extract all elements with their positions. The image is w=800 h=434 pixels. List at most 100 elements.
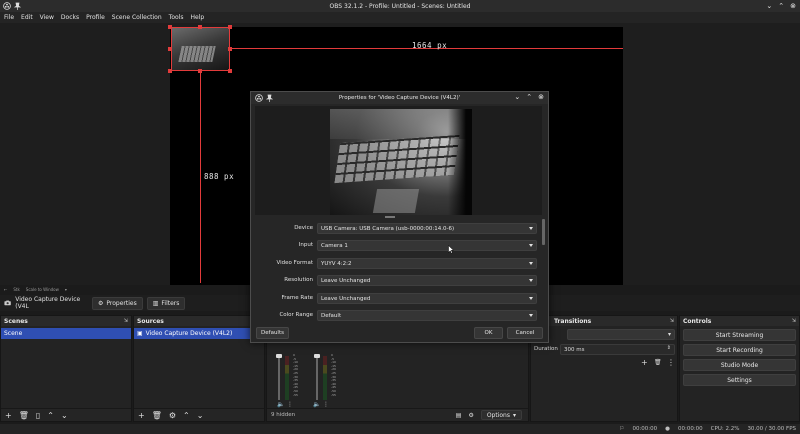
- splitter-handle[interactable]: [385, 216, 395, 218]
- source-name: Video Capture Device (V4L: [15, 296, 81, 310]
- add-icon[interactable]: +: [641, 358, 648, 367]
- camera-icon: ▣: [137, 330, 143, 337]
- mixer-options-icon[interactable]: ⋮: [287, 401, 293, 408]
- input-select[interactable]: Camera 1: [317, 240, 537, 251]
- trash-icon[interactable]: 🗑: [152, 411, 162, 420]
- volume-fader[interactable]: [316, 356, 318, 400]
- property-row-color-range: Color Range Default: [251, 310, 541, 321]
- volume-fader-knob[interactable]: [314, 354, 320, 358]
- start-recording-button[interactable]: Start Recording: [683, 344, 796, 356]
- move-up-icon[interactable]: ⌃: [47, 411, 54, 420]
- device-select[interactable]: USB Camera: USB Camera (usb-0000:00:14.0…: [317, 223, 537, 234]
- layout-icon[interactable]: ▤: [456, 412, 462, 419]
- video-format-select[interactable]: YUYV 4:2:2: [317, 258, 537, 269]
- device-value: USB Camera: USB Camera (usb-0000:00:14.0…: [321, 225, 455, 232]
- frame-rate-label: Frame Rate: [281, 295, 314, 301]
- move-down-icon[interactable]: ⌄: [61, 411, 68, 420]
- menu-tools[interactable]: Tools: [169, 14, 184, 21]
- dialog-scrollbar[interactable]: [542, 219, 545, 245]
- mixer-options-label: Options: [486, 411, 510, 419]
- chevron-down-icon: [529, 244, 533, 247]
- resize-handle[interactable]: [198, 25, 202, 29]
- property-row-frame-rate: Frame Rate Leave Unchanged: [251, 293, 541, 304]
- maximize-icon[interactable]: ⌃: [526, 93, 532, 101]
- add-icon[interactable]: +: [5, 411, 12, 420]
- filters-button[interactable]: ▥ Filters: [146, 296, 186, 310]
- dock-float-icon[interactable]: ⇲: [124, 318, 128, 324]
- studio-mode-button[interactable]: Studio Mode: [683, 359, 796, 371]
- dock-float-icon[interactable]: ⇲: [792, 318, 796, 324]
- duration-input[interactable]: 300 ms ⇕: [560, 344, 675, 355]
- controls-dock: Controls ⇲ Start Streaming Start Recordin…: [679, 315, 800, 422]
- speaker-icon[interactable]: 🔈: [313, 401, 320, 408]
- volume-fader-knob[interactable]: [276, 354, 282, 358]
- more-icon[interactable]: ⋮: [667, 358, 675, 367]
- close-icon[interactable]: ⊗: [538, 93, 544, 101]
- menu-file[interactable]: File: [4, 14, 14, 21]
- minimize-icon[interactable]: ⌄: [766, 2, 772, 10]
- camera-preview-image: [330, 109, 472, 215]
- db-scale: 0 -5 -10 -15 -20 -25 -30 -35 -40 -45 -50 -55: [331, 353, 336, 397]
- context-item[interactable]: Scale to Window: [26, 287, 59, 292]
- frame-rate-value: Leave Unchanged: [321, 295, 371, 302]
- selected-source-frame[interactable]: [171, 27, 230, 71]
- resolution-select[interactable]: Leave Unchanged: [317, 275, 537, 286]
- stream-time: 00:00:00: [632, 426, 658, 432]
- chevron-down-icon[interactable]: ▾: [65, 287, 67, 292]
- chevron-down-icon: [529, 262, 533, 265]
- property-row-resolution: Resolution Leave Unchanged: [251, 275, 541, 286]
- resize-handle[interactable]: [168, 69, 172, 73]
- menu-view[interactable]: View: [40, 14, 54, 21]
- transition-select[interactable]: ▾: [567, 329, 675, 340]
- height-guide-line: [200, 72, 201, 283]
- add-icon[interactable]: +: [138, 411, 145, 420]
- obs-logo-icon: [3, 2, 11, 10]
- speaker-icon[interactable]: 🔈: [277, 401, 284, 408]
- trash-icon[interactable]: 🗑: [19, 411, 29, 420]
- resize-handle[interactable]: [228, 25, 232, 29]
- defaults-button[interactable]: Defaults: [256, 327, 289, 339]
- menu-help[interactable]: Help: [190, 14, 204, 21]
- advanced-audio-icon[interactable]: ⚙: [468, 412, 473, 419]
- scenes-title: Scenes: [4, 317, 28, 325]
- move-down-icon[interactable]: ⌄: [197, 411, 204, 420]
- scenes-dock: Scenes ⇲ Scene + 🗑 ▯ ⌃ ⌄: [0, 315, 132, 422]
- volume-fader[interactable]: [278, 356, 280, 400]
- resize-handle[interactable]: [168, 25, 172, 29]
- resize-handle[interactable]: [168, 47, 172, 51]
- pin-icon[interactable]: [266, 94, 273, 102]
- menu-docks[interactable]: Docks: [61, 14, 79, 21]
- source-item[interactable]: ▣ Video Capture Device (V4L2) ◉: [134, 328, 264, 339]
- move-up-icon[interactable]: ⌃: [183, 411, 190, 420]
- maximize-icon[interactable]: ⌃: [778, 2, 784, 10]
- start-streaming-button[interactable]: Start Streaming: [683, 329, 796, 341]
- controls-title: Controls: [683, 317, 712, 325]
- cancel-button[interactable]: Cancel: [507, 327, 543, 339]
- resize-handle[interactable]: [228, 69, 232, 73]
- properties-button[interactable]: ⚙ Properties: [92, 296, 143, 310]
- scene-item[interactable]: Scene: [1, 328, 131, 339]
- ok-button[interactable]: OK: [474, 327, 503, 339]
- close-icon[interactable]: ⊗: [790, 2, 796, 10]
- mixer-options-button[interactable]: Options ▾: [480, 410, 522, 420]
- color-range-select[interactable]: Default: [317, 310, 537, 321]
- dialog-title: Properties for 'Video Capture Device (V4…: [338, 95, 461, 101]
- menu-scene-collection[interactable]: Scene Collection: [112, 14, 162, 21]
- trash-icon[interactable]: 🗑: [654, 359, 662, 366]
- dock-float-icon[interactable]: ⇲: [670, 318, 674, 324]
- gear-icon[interactable]: ⚙: [169, 411, 176, 420]
- mixer-options-icon[interactable]: ⋮: [323, 401, 329, 408]
- menu-profile[interactable]: Profile: [86, 14, 105, 21]
- context-arrow[interactable]: ←: [4, 287, 7, 292]
- pin-icon[interactable]: [14, 2, 21, 10]
- mouse-cursor-icon: [448, 245, 454, 254]
- menu-edit[interactable]: Edit: [21, 14, 33, 21]
- stepper-icon[interactable]: ⇕: [667, 345, 671, 351]
- chevron-down-icon: ▾: [512, 411, 516, 419]
- width-guide-label: 1664 px: [412, 41, 448, 50]
- scene-filter-icon[interactable]: ▯: [36, 411, 40, 420]
- minimize-icon[interactable]: ⌄: [514, 93, 520, 101]
- frame-rate-select[interactable]: Leave Unchanged: [317, 293, 537, 304]
- settings-button[interactable]: Settings: [683, 374, 796, 386]
- network-icon: ⚐: [619, 426, 625, 432]
